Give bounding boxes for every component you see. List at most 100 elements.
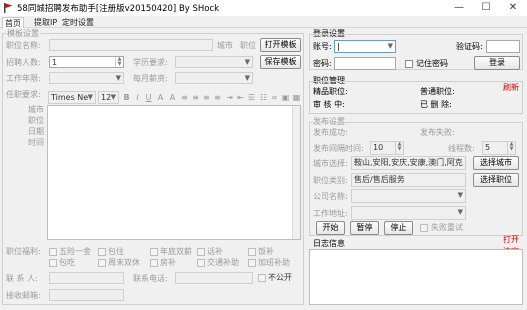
salary-select[interactable]: ▼ [175, 72, 253, 84]
interval-label: 发布间隔时间: [313, 144, 364, 153]
account-select[interactable]: | ▼ [334, 40, 396, 53]
bold-icon[interactable]: B [122, 93, 131, 103]
font-name-select[interactable]: Times Ne ▼ [48, 91, 96, 104]
save-template-button[interactable]: 保存模板 [260, 55, 301, 69]
thread-stepper[interactable]: 5 ▲ ▼ [482, 141, 516, 155]
captcha-label: 验证码: [456, 42, 483, 51]
benefit-checkbox[interactable] [98, 248, 106, 256]
benefit-label: 交通补助 [207, 258, 239, 267]
highlight-icon[interactable]: A [168, 93, 177, 103]
font-size-select[interactable]: 12 ▼ [98, 91, 119, 104]
benefit-checkbox[interactable] [197, 259, 205, 267]
phone-input[interactable] [175, 272, 253, 284]
benefit-label: 包吃 [59, 258, 75, 267]
tag-job[interactable]: 职位 [28, 115, 44, 126]
underline-icon[interactable]: U [144, 93, 153, 103]
private-label: 不公开 [268, 273, 292, 282]
tag-city[interactable]: 城市 [28, 104, 44, 115]
address-select[interactable]: ▼ [351, 206, 466, 220]
numbered-list-icon[interactable]: ☷ [259, 93, 268, 103]
salary-label: 每月薪资: [133, 74, 168, 83]
category-input[interactable]: 售后/售后服务 [351, 173, 466, 187]
remember-checkbox[interactable] [405, 60, 413, 68]
benefit-checkbox[interactable] [49, 259, 57, 267]
align-center-icon[interactable]: ≡ [191, 93, 200, 103]
editor-scrollbar[interactable] [292, 106, 300, 239]
italic-icon[interactable]: I [133, 93, 142, 103]
window-title: 58同城招聘发布助手[注册版v20150420] By SHock [17, 4, 220, 14]
benefit-label: 周末双休 [108, 258, 140, 267]
account-value: | [337, 42, 340, 51]
chevron-down-icon: ▼ [387, 42, 393, 50]
tag-time[interactable]: 时间 [28, 137, 44, 148]
bullet-list-icon[interactable]: ☰ [247, 93, 256, 103]
chevron-down-icon: ▼ [115, 74, 121, 82]
password-input[interactable] [334, 57, 396, 70]
start-button[interactable]: 开始 [316, 221, 345, 235]
select-job-button[interactable]: 选择职位 [473, 173, 519, 187]
image-icon[interactable]: ▣ [281, 93, 290, 103]
contact-label: 联 系 人: [6, 274, 38, 283]
log-textarea[interactable] [309, 249, 523, 305]
maximize-button[interactable]: ☐ [472, 0, 500, 16]
table-icon[interactable]: ▦ [292, 93, 301, 103]
password-label: 密码: [313, 59, 332, 68]
insert-city-tag[interactable]: 城市 [217, 40, 233, 51]
chevron-down-icon: ▼ [87, 93, 93, 101]
pause-button[interactable]: 暂停 [350, 221, 379, 235]
contact-input[interactable] [49, 272, 124, 284]
indent-icon[interactable]: ⇥ [225, 93, 234, 103]
tab-schedule[interactable]: 定时设置 [60, 17, 96, 29]
benefit-checkbox[interactable] [248, 248, 256, 256]
benefit-checkbox[interactable] [248, 259, 256, 267]
benefit-checkbox[interactable] [150, 248, 158, 256]
chevron-down-icon: ▼ [457, 208, 463, 216]
benefit-checkbox[interactable] [49, 248, 57, 256]
benefit-checkbox[interactable] [98, 259, 106, 267]
benefit-label: 包住 [108, 247, 124, 256]
template-group-label: 模板设置 [6, 28, 40, 39]
company-select[interactable]: ▼ [351, 189, 466, 203]
city-input[interactable]: 鞍山,安阳,安庆,安康,澳门,阿克 [351, 156, 466, 170]
benefit-label: 饭补 [258, 247, 274, 256]
job-name-label: 职位名称: [6, 41, 41, 50]
align-left-icon[interactable]: ≡ [180, 93, 189, 103]
select-city-button[interactable]: 选择城市 [473, 156, 519, 170]
link-icon[interactable]: ∞ [270, 93, 279, 103]
login-button[interactable]: 登录 [474, 56, 520, 70]
interval-stepper[interactable]: 10 ▲ ▼ [370, 141, 404, 155]
education-select[interactable]: ▼ [175, 56, 253, 68]
experience-select[interactable]: ▼ [49, 72, 124, 84]
justify-icon[interactable]: ≡ [213, 93, 222, 103]
benefit-label: 五险一金 [59, 247, 91, 256]
close-button[interactable]: ✕ [499, 0, 527, 16]
font-size-value: 12 [101, 93, 112, 102]
chevron-down-icon: ▼ [244, 74, 250, 82]
tag-date[interactable]: 日期 [28, 126, 44, 137]
insert-job-tag[interactable]: 职位 [240, 40, 256, 51]
font-color-icon[interactable]: A [156, 93, 165, 103]
email-input[interactable] [49, 289, 124, 301]
refresh-link[interactable]: 刷新 [503, 82, 519, 93]
open-template-button[interactable]: 打开模板 [260, 38, 301, 52]
benefit-checkbox[interactable] [197, 248, 205, 256]
benefits-label: 职位福利: [6, 247, 41, 256]
thread-value: 5 [485, 143, 491, 152]
log-open-link[interactable]: 打开 [503, 234, 519, 245]
stop-button[interactable]: 停止 [384, 221, 413, 235]
private-checkbox[interactable] [258, 274, 266, 282]
align-right-icon[interactable]: ≡ [202, 93, 211, 103]
spin-arrows-icon[interactable]: ▲ ▼ [507, 142, 515, 154]
requirements-editor[interactable] [47, 105, 301, 240]
spin-arrows-icon[interactable]: ▲ ▼ [115, 57, 123, 67]
retry-checkbox[interactable] [420, 224, 428, 232]
benefit-checkbox[interactable] [150, 259, 158, 267]
email-label: 接收邮箱: [6, 291, 41, 300]
spin-arrows-icon[interactable]: ▲ ▼ [395, 142, 403, 154]
outdent-icon[interactable]: ⇤ [236, 93, 245, 103]
hire-count-value: 1 [52, 58, 58, 67]
minimize-button[interactable]: — [445, 0, 473, 16]
captcha-input[interactable] [486, 40, 520, 53]
hire-count-stepper[interactable]: 1 ▲ ▼ [49, 56, 124, 68]
job-name-input[interactable] [49, 39, 213, 51]
